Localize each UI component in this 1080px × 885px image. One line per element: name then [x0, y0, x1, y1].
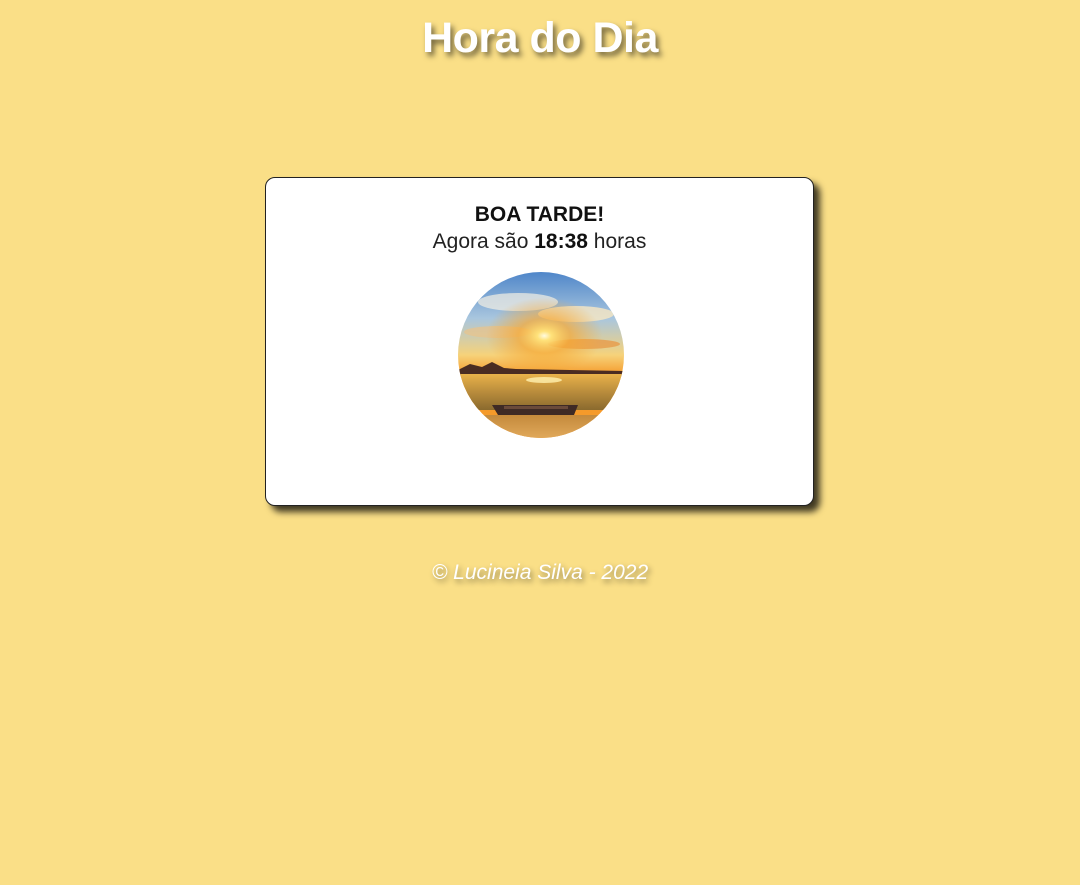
footer-copyright: © Lucineia Silva - 2022: [431, 561, 649, 584]
sunset-photo: [458, 272, 624, 438]
time-prefix: Agora são: [432, 230, 529, 253]
time-card: BOA TARDE! Agora são 18:38 horas: [265, 177, 814, 506]
greeting-text: BOA TARDE!: [474, 203, 605, 226]
time-suffix: horas: [593, 230, 647, 253]
time-value: 18:38: [534, 230, 588, 253]
sunset-image: [458, 272, 624, 438]
current-time-line: Agora são 18:38 horas: [266, 230, 813, 254]
page: Hora do Dia BOA TARDE! Agora são 18:38 h…: [0, 0, 1080, 885]
page-title: Hora do Dia: [422, 14, 658, 62]
